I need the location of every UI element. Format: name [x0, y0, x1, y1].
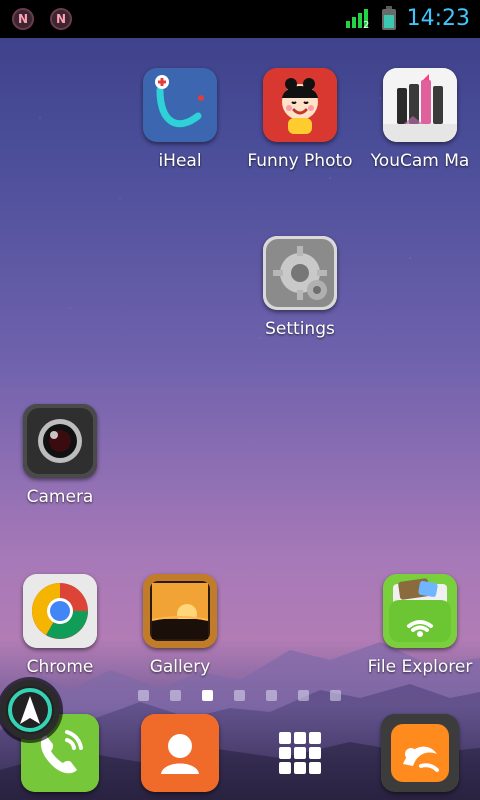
- app-label: File Explorer: [367, 657, 473, 677]
- app-drawer-icon[interactable]: [261, 714, 339, 792]
- page-dot[interactable]: [330, 690, 341, 701]
- app-label: Chrome: [26, 657, 94, 677]
- assistant-arrow-icon: [6, 686, 54, 734]
- app-gallery[interactable]: Gallery: [120, 574, 240, 677]
- page-dot[interactable]: [298, 690, 309, 701]
- notification-n-icon[interactable]: N: [50, 8, 72, 30]
- floating-assistant-button[interactable]: [0, 680, 60, 740]
- app-label: Gallery: [149, 657, 211, 677]
- settings-gear-icon: [263, 236, 337, 310]
- signal-strength-icon: 2: [346, 9, 369, 29]
- youcam-makeup-icon: [383, 68, 457, 142]
- app-file-explorer[interactable]: File Explorer: [360, 574, 480, 677]
- page-dot[interactable]: [234, 690, 245, 701]
- app-label: Settings: [265, 319, 335, 339]
- page-dot[interactable]: [266, 690, 277, 701]
- app-label: iHeal: [158, 151, 202, 171]
- svg-text:2: 2: [363, 20, 369, 29]
- app-label: Camera: [26, 487, 94, 507]
- page-dot[interactable]: [138, 690, 149, 701]
- uc-browser-icon[interactable]: [381, 714, 459, 792]
- app-funny-photo[interactable]: Funny Photo: [240, 68, 360, 171]
- file-explorer-icon: [383, 574, 457, 648]
- camera-icon: [23, 404, 97, 478]
- app-label: Funny Photo: [247, 151, 353, 171]
- app-camera[interactable]: Camera: [0, 404, 120, 507]
- app-label: YouCam Ma: [370, 151, 470, 171]
- page-indicator: [0, 690, 480, 706]
- app-iheal[interactable]: iHeal: [120, 68, 240, 171]
- notification-letter: N: [55, 12, 67, 26]
- page-dot[interactable]: [170, 690, 181, 701]
- gallery-icon: [143, 574, 217, 648]
- app-youcam-makeup[interactable]: YouCam Ma: [360, 68, 480, 171]
- chrome-icon: [23, 574, 97, 648]
- notification-n-icon[interactable]: N: [12, 8, 34, 30]
- status-bar: N N 2 14:23: [0, 0, 480, 38]
- iheal-icon: [143, 68, 217, 142]
- clock: 14:23: [406, 6, 470, 31]
- app-settings[interactable]: Settings: [240, 236, 360, 339]
- notification-letter: N: [17, 12, 29, 26]
- app-chrome[interactable]: Chrome: [0, 574, 120, 677]
- battery-icon: [382, 6, 396, 30]
- contacts-icon[interactable]: [141, 714, 219, 792]
- page-dot-active[interactable]: [202, 690, 213, 701]
- funny-photo-icon: [263, 68, 337, 142]
